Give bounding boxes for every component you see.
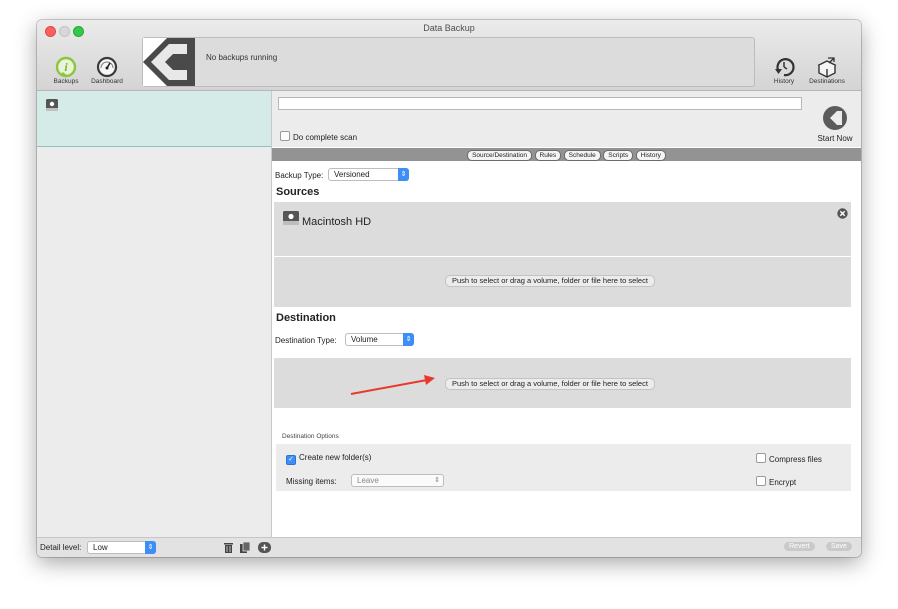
- main-panel: Do complete scan Start Now Source/Destin…: [272, 91, 861, 537]
- sources-drop-zone[interactable]: Push to select or drag a volume, folder …: [274, 257, 851, 307]
- duplicate-icon[interactable]: [240, 542, 251, 553]
- destinations-toolbar-button[interactable]: Destinations: [804, 56, 850, 85]
- missing-items-value: Leave: [357, 476, 379, 485]
- status-message: No backups running: [206, 53, 278, 62]
- destination-push-select-button[interactable]: Push to select or drag a volume, folder …: [445, 378, 655, 390]
- popup-stepper-icon: ⇕: [403, 333, 414, 346]
- dashboard-gauge-icon: [96, 56, 118, 78]
- add-icon[interactable]: [258, 542, 271, 553]
- destination-type-label: Destination Type:: [275, 336, 337, 345]
- window-title: Data Backup: [423, 23, 475, 33]
- destination-drop-zone[interactable]: Push to select or drag a volume, folder …: [274, 358, 851, 408]
- history-label: History: [773, 78, 795, 85]
- detail-level-popup[interactable]: Low ⇕: [87, 541, 156, 554]
- trash-icon[interactable]: [224, 542, 233, 553]
- backup-list-item-selected[interactable]: [37, 91, 271, 147]
- app-window: Data Backup i Backups Dashboard No backu…: [37, 20, 861, 557]
- missing-items-popup[interactable]: Leave ⇕: [351, 474, 444, 487]
- backup-type-label: Backup Type:: [275, 171, 324, 180]
- dashboard-label: Dashboard: [91, 78, 123, 85]
- destination-header: Destination: [276, 312, 336, 324]
- backups-label: Backups: [53, 78, 79, 85]
- destinations-label: Destinations: [809, 78, 845, 85]
- compress-files-label: Compress files: [769, 455, 822, 464]
- dashboard-toolbar-button[interactable]: Dashboard: [88, 56, 126, 85]
- remove-source-icon[interactable]: [837, 208, 848, 219]
- backups-icon: i: [55, 56, 77, 78]
- save-button[interactable]: Save: [826, 542, 852, 551]
- mac-disk-icon: [283, 211, 299, 225]
- status-arrow-icon: [143, 38, 195, 86]
- start-now-arrow-icon: [823, 106, 847, 130]
- destination-type-popup[interactable]: Volume ⇕: [345, 333, 414, 346]
- history-toolbar-button[interactable]: History: [770, 56, 798, 85]
- create-new-folders-box[interactable]: ✓: [286, 455, 296, 465]
- history-icon: [775, 58, 795, 77]
- mac-disk-icon: [46, 99, 58, 111]
- tab-source-destination[interactable]: Source/Destination: [467, 150, 532, 161]
- bottom-bar: Detail level: Low ⇕ Revert Save: [37, 537, 861, 557]
- sidebar: [37, 91, 272, 537]
- encrypt-checkbox[interactable]: Encrypt: [756, 476, 796, 487]
- start-now-label: Start Now: [817, 134, 853, 143]
- tab-bar: Source/Destination Rules Schedule Script…: [272, 148, 861, 161]
- compress-files-box[interactable]: [756, 453, 766, 463]
- destination-options-header: Destination Options: [282, 433, 339, 440]
- detail-level-label: Detail level:: [40, 543, 82, 552]
- sources-push-select-button[interactable]: Push to select or drag a volume, folder …: [445, 275, 655, 287]
- popup-stepper-icon: ⇕: [398, 168, 409, 181]
- destinations-box-icon: [817, 57, 837, 78]
- source-item-name: Macintosh HD: [302, 216, 372, 228]
- source-item-row[interactable]: Macintosh HD: [274, 202, 851, 256]
- revert-button[interactable]: Revert: [784, 542, 815, 551]
- tab-schedule[interactable]: Schedule: [563, 150, 601, 161]
- tab-history[interactable]: History: [635, 150, 666, 161]
- do-complete-scan-label: Do complete scan: [293, 133, 358, 142]
- create-new-folders-label: Create new folder(s): [299, 453, 372, 462]
- do-complete-scan-checkbox[interactable]: Do complete scan: [280, 131, 357, 142]
- backups-toolbar-button[interactable]: i Backups: [51, 56, 81, 85]
- start-now-button[interactable]: Start Now: [809, 105, 861, 143]
- toolbar: Data Backup i Backups Dashboard No backu…: [37, 20, 861, 91]
- destination-type-value: Volume: [351, 335, 378, 344]
- popup-stepper-icon: ⇕: [434, 477, 440, 484]
- tab-rules[interactable]: Rules: [534, 150, 562, 161]
- do-complete-scan-box[interactable]: [280, 131, 290, 141]
- popup-stepper-icon: ⇕: [145, 541, 156, 554]
- destination-options-panel: ✓ Create new folder(s) Missing items: Lea…: [276, 444, 851, 491]
- detail-level-value: Low: [93, 543, 108, 552]
- backup-header: Do complete scan Start Now: [272, 91, 861, 147]
- backup-type-popup[interactable]: Versioned ⇕: [328, 168, 409, 181]
- missing-items-label: Missing items:: [286, 477, 337, 486]
- sources-header: Sources: [276, 186, 320, 198]
- create-new-folders-checkbox[interactable]: ✓ Create new folder(s): [286, 453, 371, 465]
- compress-files-checkbox[interactable]: Compress files: [756, 453, 822, 464]
- backup-type-value: Versioned: [334, 170, 370, 179]
- tab-scripts[interactable]: Scripts: [603, 150, 634, 161]
- encrypt-box[interactable]: [756, 476, 766, 486]
- backup-name-input[interactable]: [278, 97, 802, 110]
- red-arrow-annotation-icon: [350, 375, 435, 395]
- encrypt-label: Encrypt: [769, 478, 797, 487]
- status-panel: No backups running: [142, 37, 755, 87]
